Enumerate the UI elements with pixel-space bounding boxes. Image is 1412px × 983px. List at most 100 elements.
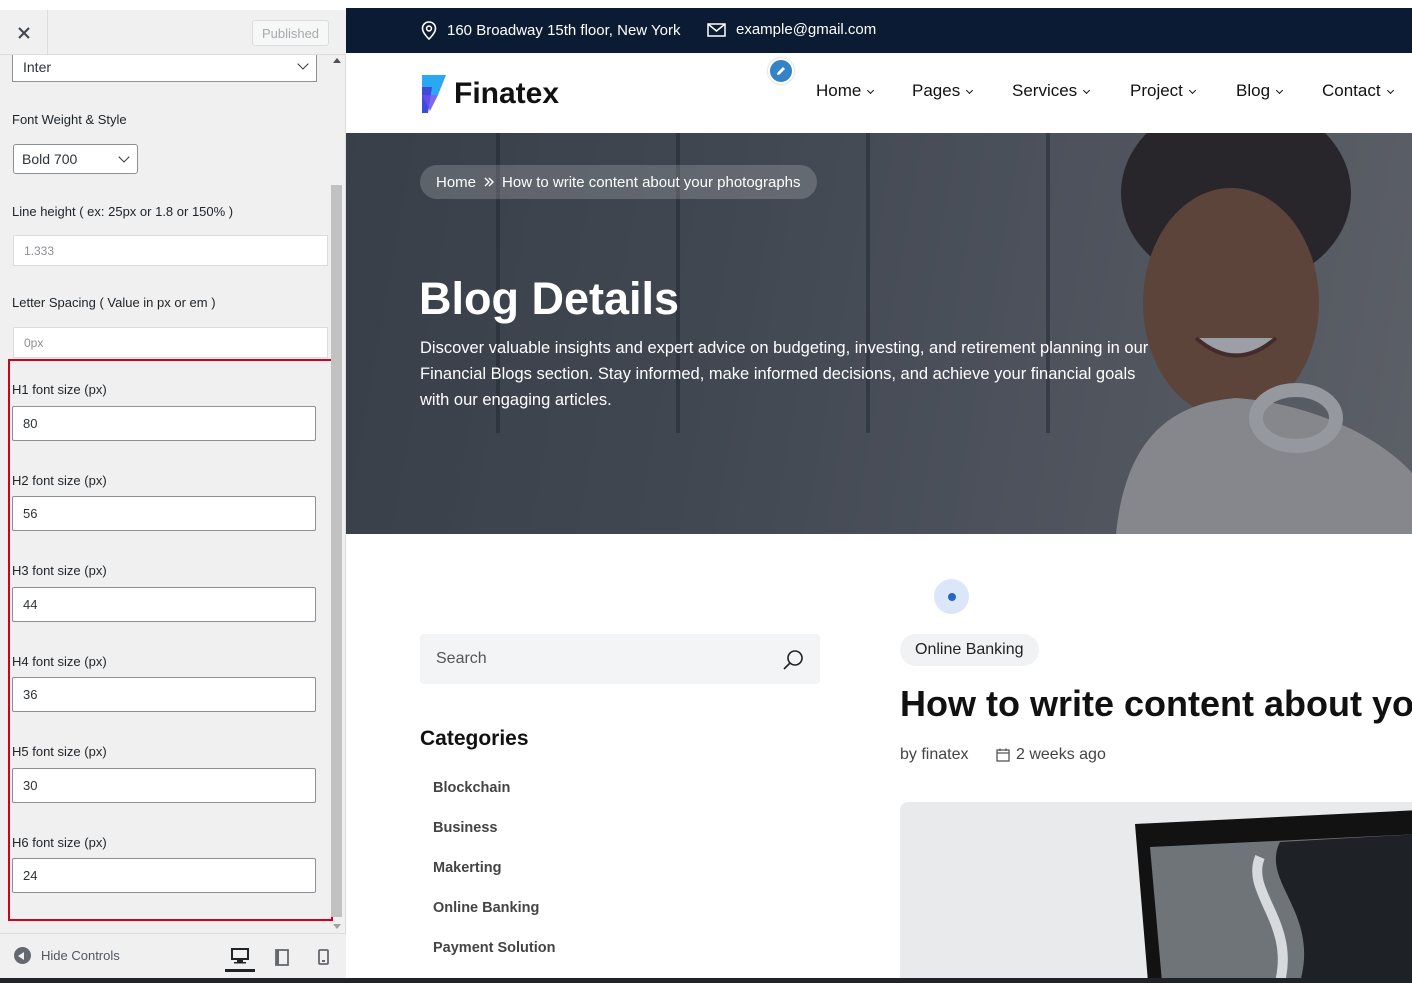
- preview-top-strip: [346, 0, 1412, 8]
- published-button[interactable]: Published: [252, 20, 329, 46]
- category-link[interactable]: Online Banking: [433, 900, 539, 916]
- letter-spacing-placeholder: 0px: [24, 336, 44, 350]
- location-pin-icon: [421, 21, 437, 40]
- nav-home-label: Home: [816, 81, 862, 100]
- category-link[interactable]: Payment Solution: [433, 940, 555, 956]
- scroll-down-arrow-icon[interactable]: [333, 924, 341, 929]
- hero-description: Discover valuable insights and expert ad…: [420, 339, 1149, 409]
- search-placeholder: Search: [436, 650, 487, 667]
- h1-size-value: 80: [23, 416, 38, 431]
- nav-blog[interactable]: Blog: [1236, 81, 1284, 101]
- controls-panel[interactable]: Inter Font Weight & Style Bold 700 Line …: [0, 55, 346, 933]
- topbar: 160 Broadway 15th floor, New York exampl…: [346, 8, 1412, 53]
- h6-size-label: H6 font size (px): [12, 835, 107, 850]
- mobile-icon: [317, 949, 329, 965]
- categories-title: Categories: [420, 727, 529, 750]
- search-icon[interactable]: [782, 649, 804, 671]
- nav-pages[interactable]: Pages: [912, 81, 974, 101]
- letter-spacing-input[interactable]: 0px: [13, 327, 328, 358]
- category-link[interactable]: Business: [433, 820, 497, 836]
- customizer-header: Published: [0, 0, 346, 55]
- nav-project-label: Project: [1130, 81, 1183, 100]
- tablet-icon: [275, 948, 289, 966]
- breadcrumb-current: How to write content about your photogra…: [502, 173, 801, 191]
- line-height-label: Line height ( ex: 25px or 1.8 or 150% ): [12, 204, 234, 219]
- chevron-down-icon: [118, 151, 130, 163]
- font-family-select[interactable]: Inter: [12, 55, 317, 82]
- post-title: How to write content about your photogra…: [900, 683, 1412, 724]
- pencil-icon: [777, 67, 785, 75]
- h4-size-value: 36: [23, 687, 38, 702]
- h1-size-label: H1 font size (px): [12, 382, 107, 397]
- category-link[interactable]: Blockchain: [433, 780, 510, 796]
- collapse-arrow-icon: [14, 947, 31, 964]
- customizer-sidebar: Published Inter Font Weight & Style Bold…: [0, 0, 346, 983]
- h2-size-input[interactable]: 56: [12, 496, 316, 531]
- chevron-down-icon: [1386, 86, 1394, 94]
- h3-size-label: H3 font size (px): [12, 563, 107, 578]
- address-text: 160 Broadway 15th floor, New York: [447, 22, 681, 39]
- h5-size-input[interactable]: 30: [12, 768, 316, 803]
- letter-spacing-label: Letter Spacing ( Value in px or em ): [12, 295, 216, 310]
- blog-search-box[interactable]: Search: [420, 634, 820, 684]
- h4-size-input[interactable]: 36: [12, 677, 316, 712]
- hide-controls-button[interactable]: Hide Controls: [14, 947, 120, 964]
- edit-shortcut-button[interactable]: [768, 58, 794, 84]
- nav-services-label: Services: [1012, 81, 1078, 100]
- scrollbar-thumb[interactable]: [331, 185, 342, 917]
- h1-size-input[interactable]: 80: [12, 406, 316, 441]
- post-featured-image: [900, 802, 1412, 978]
- breadcrumb-home[interactable]: Home: [436, 174, 476, 191]
- site-logo[interactable]: Finatex: [420, 73, 559, 115]
- nav-contact[interactable]: Contact: [1322, 81, 1394, 101]
- h5-size-value: 30: [23, 778, 38, 793]
- scroll-up-arrow-icon[interactable]: [333, 58, 341, 63]
- double-chevron-right-icon: [484, 177, 495, 187]
- header-strip: [0, 0, 346, 10]
- mail-icon: [707, 22, 726, 37]
- customizer-footer: Hide Controls: [0, 933, 346, 978]
- topbar-address: 160 Broadway 15th floor, New York: [421, 21, 680, 40]
- nav-project[interactable]: Project: [1130, 81, 1196, 101]
- post-date-text: 2 weeks ago: [1016, 746, 1106, 763]
- mobile-preview-button[interactable]: [308, 942, 338, 972]
- nav-contact-label: Contact: [1322, 81, 1381, 100]
- desktop-preview-button[interactable]: [225, 942, 255, 972]
- close-icon: [17, 26, 30, 39]
- breadcrumb: Home How to write content about your pho…: [420, 165, 817, 199]
- font-weight-value: Bold 700: [22, 151, 78, 167]
- post-author-text: by finatex: [900, 746, 969, 763]
- customizer-focus-dot[interactable]: [934, 579, 969, 614]
- email-text: example@gmail.com: [736, 21, 877, 38]
- font-weight-label: Font Weight & Style: [12, 112, 127, 127]
- h5-size-label: H5 font size (px): [12, 744, 107, 759]
- site-preview: 160 Broadway 15th floor, New York exampl…: [346, 0, 1412, 978]
- page-title: Blog Details: [419, 273, 680, 324]
- topbar-email[interactable]: example@gmail.com: [707, 21, 876, 38]
- post-category-tag[interactable]: Online Banking: [900, 634, 1039, 666]
- site-header: Finatex Home Pages Services Project Blog…: [346, 53, 1412, 133]
- nav-home[interactable]: Home: [816, 81, 875, 101]
- post-author: by finatex: [900, 746, 968, 764]
- h6-size-input[interactable]: 24: [12, 858, 316, 893]
- finatex-logo-icon: [422, 75, 446, 113]
- nav-services[interactable]: Services: [1012, 81, 1091, 101]
- h2-size-value: 56: [23, 506, 38, 521]
- line-height-input[interactable]: 1.333: [13, 235, 328, 266]
- close-customizer-button[interactable]: [0, 10, 48, 55]
- chevron-down-icon: [1083, 86, 1091, 94]
- desktop-icon: [231, 947, 249, 963]
- h3-size-input[interactable]: 44: [12, 587, 316, 622]
- post-date: 2 weeks ago: [996, 746, 1106, 764]
- chevron-down-icon: [1188, 86, 1196, 94]
- font-weight-select[interactable]: Bold 700: [13, 144, 138, 174]
- page-hero: Home How to write content about your pho…: [346, 133, 1412, 534]
- chevron-down-icon: [297, 58, 309, 70]
- category-link[interactable]: Makerting: [433, 860, 502, 876]
- calendar-icon: [996, 748, 1010, 762]
- panel-scrollbar[interactable]: [330, 55, 344, 933]
- chevron-down-icon: [1275, 86, 1284, 94]
- tablet-preview-button[interactable]: [267, 942, 297, 972]
- laptop-illustration: [1135, 810, 1412, 978]
- line-height-placeholder: 1.333: [24, 244, 55, 258]
